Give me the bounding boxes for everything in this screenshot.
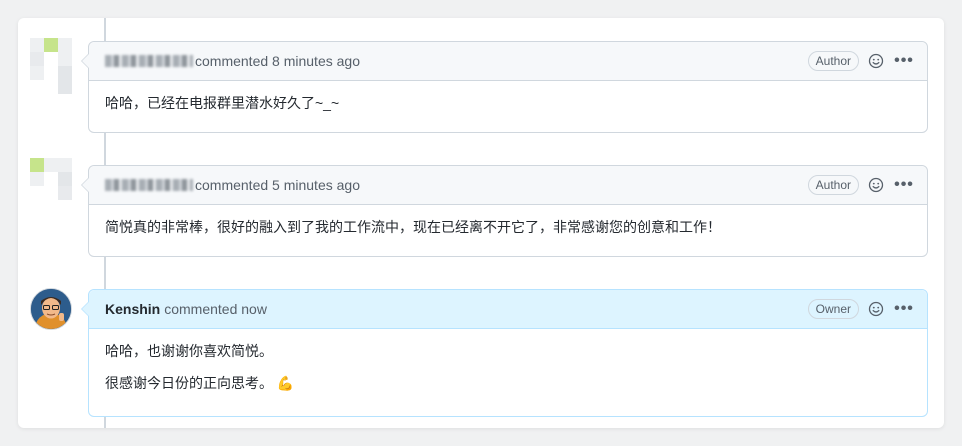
smiley-icon[interactable] [867,176,885,194]
comment-box: Kenshin commented now Owner ••• 哈哈，也谢谢你喜… [81,289,928,417]
comment-timestamp[interactable]: commented 5 minutes ago [195,177,360,193]
role-badge: Author [807,51,859,71]
kebab-horizontal-icon[interactable]: ••• [893,177,915,193]
avatar[interactable] [30,38,72,94]
comment-paragraph: 哈哈，也谢谢你喜欢简悦。 [105,343,273,359]
role-badge: Owner [807,299,859,319]
comment-paragraph: 简悦真的非常棒，很好的融入到了我的工作流中，现在已经离不开它了，非常感谢您的创意… [105,219,721,235]
comment-paragraph: 哈哈，已经在电报群里潜水好久了~_~ [105,95,340,111]
comment-header: commented 5 minutes ago Author ••• [89,166,927,205]
comment-timestamp[interactable]: commented now [164,301,267,317]
avatar[interactable] [30,288,72,330]
author-name[interactable]: Kenshin [105,301,160,317]
comment-body: 哈哈，也谢谢你喜欢简悦。 很感谢今日份的正向思考。 💪 [89,329,927,403]
identicon-icon [30,38,72,94]
author-name-redacted[interactable] [105,179,193,191]
identicon-icon [30,158,72,200]
avatar[interactable] [30,158,72,200]
kebab-horizontal-icon[interactable]: ••• [893,301,915,317]
role-badge: Author [807,175,859,195]
comment-box: commented 5 minutes ago Author ••• 简悦真的非… [81,165,928,257]
author-name-redacted[interactable] [105,55,193,67]
smiley-icon[interactable] [867,52,885,70]
comment-paragraph: 很感谢今日份的正向思考。 💪 [105,375,295,391]
comment-header: commented 8 minutes ago Author ••• [89,42,927,81]
smiley-icon[interactable] [867,300,885,318]
comment-timestamp[interactable]: commented 8 minutes ago [195,53,360,69]
comment-header: Kenshin commented now Owner ••• [89,290,927,329]
comment-body: 简悦真的非常棒，很好的融入到了我的工作流中，现在已经离不开它了，非常感谢您的创意… [89,205,927,247]
comment-body: 哈哈，已经在电报群里潜水好久了~_~ [89,81,927,123]
comment-thread-card: commented 8 minutes ago Author ••• 哈哈，已经… [18,18,944,428]
user-photo-avatar [30,288,72,330]
kebab-horizontal-icon[interactable]: ••• [893,53,915,69]
comment-box: commented 8 minutes ago Author ••• 哈哈，已经… [81,41,928,133]
